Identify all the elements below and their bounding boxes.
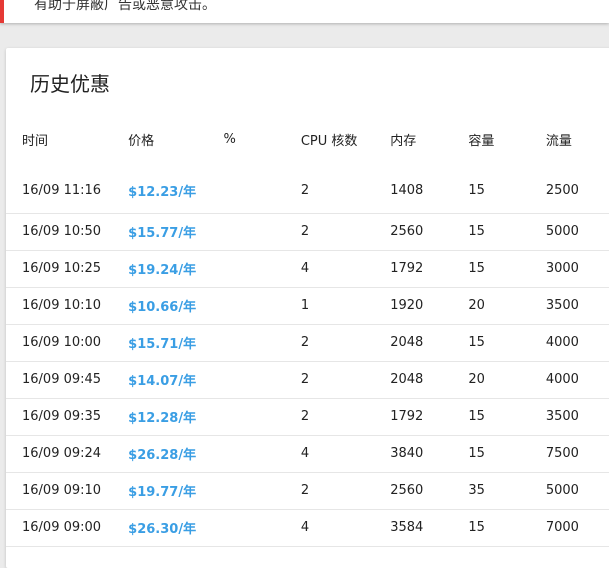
cell-time: 16/09 09:45 bbox=[6, 361, 129, 399]
cell-memory: 2560 bbox=[390, 472, 469, 510]
table-header-row: 时间 价格 % CPU 核数 内存 容量 流量 bbox=[6, 120, 609, 158]
cell-capacity: 15 bbox=[468, 250, 546, 288]
cell-percent bbox=[223, 472, 301, 510]
cell-traffic: 7000 bbox=[545, 509, 609, 547]
cell-memory: 1792 bbox=[390, 398, 469, 436]
cell-capacity: 15 bbox=[468, 398, 546, 436]
cell-capacity: 35 bbox=[468, 472, 546, 510]
column-header-capacity[interactable]: 容量 bbox=[468, 120, 545, 158]
cell-cpu: 1 bbox=[300, 287, 391, 325]
cell-cpu: 4 bbox=[300, 435, 391, 473]
cell-traffic: 4000 bbox=[545, 324, 609, 362]
cell-traffic: 3000 bbox=[545, 250, 609, 288]
history-table: 时间 价格 % CPU 核数 内存 容量 流量 16/09 11:16 $12.2… bbox=[6, 120, 609, 547]
cell-percent bbox=[223, 324, 301, 362]
table-row[interactable]: 16/09 10:10 $10.66/年 1 1920 20 3500 bbox=[6, 287, 609, 325]
cell-time: 16/09 09:35 bbox=[6, 398, 129, 436]
cell-price: $15.77/年 bbox=[128, 213, 224, 251]
cell-memory: 1408 bbox=[390, 158, 469, 214]
column-header-price[interactable]: 价格 bbox=[128, 120, 223, 158]
cell-percent bbox=[223, 158, 301, 214]
cell-memory: 3584 bbox=[390, 509, 469, 547]
cell-traffic: 3500 bbox=[545, 398, 609, 436]
column-header-time[interactable]: 时间 bbox=[6, 120, 128, 158]
cell-time: 16/09 10:10 bbox=[6, 287, 129, 325]
table-row[interactable]: 16/09 09:45 $14.07/年 2 2048 20 4000 bbox=[6, 361, 609, 399]
cell-time: 16/09 10:25 bbox=[6, 250, 129, 288]
cell-capacity: 20 bbox=[468, 361, 546, 399]
cell-price: $15.71/年 bbox=[128, 324, 224, 362]
cell-price: $26.30/年 bbox=[128, 509, 224, 547]
cell-memory: 2048 bbox=[390, 361, 469, 399]
cell-percent bbox=[223, 250, 301, 288]
cell-capacity: 15 bbox=[468, 509, 546, 547]
cell-traffic: 4000 bbox=[545, 361, 609, 399]
cell-memory: 2560 bbox=[390, 213, 469, 251]
cell-memory: 3840 bbox=[390, 435, 469, 473]
cell-price: $12.23/年 bbox=[128, 158, 224, 214]
column-header-cpu[interactable]: CPU 核数 bbox=[301, 120, 390, 158]
cell-cpu: 2 bbox=[300, 324, 391, 362]
cell-capacity: 15 bbox=[468, 213, 546, 251]
cell-time: 16/09 11:16 bbox=[6, 158, 129, 214]
cell-capacity: 20 bbox=[468, 287, 546, 325]
cell-time: 16/09 09:24 bbox=[6, 435, 129, 473]
alert-card: 有助于屏蔽广告或恶意攻击。 bbox=[0, 0, 609, 23]
cell-percent bbox=[223, 435, 301, 473]
table-row[interactable]: 16/09 10:00 $15.71/年 2 2048 15 4000 bbox=[6, 324, 609, 362]
cell-price: $10.66/年 bbox=[128, 287, 224, 325]
cell-capacity: 15 bbox=[468, 324, 546, 362]
cell-memory: 2048 bbox=[390, 324, 469, 362]
panel-title: 历史优惠 bbox=[30, 72, 110, 96]
cell-traffic: 3500 bbox=[545, 287, 609, 325]
cell-percent bbox=[223, 398, 301, 436]
table-row[interactable]: 16/09 09:24 $26.28/年 4 3840 15 7500 bbox=[6, 435, 609, 473]
history-deals-panel: 历史优惠 时间 价格 % CPU 核数 内存 容量 流量 16/09 11:16… bbox=[6, 48, 609, 568]
cell-percent bbox=[223, 287, 301, 325]
table-row[interactable]: 16/09 09:10 $19.77/年 2 2560 35 5000 bbox=[6, 472, 609, 510]
cell-time: 16/09 09:10 bbox=[6, 472, 129, 510]
cell-traffic: 2500 bbox=[545, 158, 609, 214]
cell-capacity: 15 bbox=[468, 435, 546, 473]
table-row[interactable]: 16/09 11:16 $12.23/年 2 1408 15 2500 bbox=[6, 158, 609, 214]
cell-time: 16/09 09:00 bbox=[6, 509, 129, 547]
table-row[interactable]: 16/09 09:35 $12.28/年 2 1792 15 3500 bbox=[6, 398, 609, 436]
column-header-memory[interactable]: 内存 bbox=[390, 120, 468, 158]
cell-percent bbox=[223, 509, 301, 547]
cell-memory: 1792 bbox=[390, 250, 469, 288]
cell-cpu: 2 bbox=[300, 472, 391, 510]
cell-price: $12.28/年 bbox=[128, 398, 224, 436]
cell-cpu: 2 bbox=[300, 361, 391, 399]
cell-time: 16/09 10:50 bbox=[6, 213, 129, 251]
cell-percent bbox=[223, 213, 301, 251]
cell-time: 16/09 10:00 bbox=[6, 324, 129, 362]
cell-price: $14.07/年 bbox=[128, 361, 224, 399]
cell-memory: 1920 bbox=[390, 287, 469, 325]
column-header-traffic[interactable]: 流量 bbox=[546, 120, 609, 158]
cell-traffic: 5000 bbox=[545, 472, 609, 510]
cell-traffic: 5000 bbox=[545, 213, 609, 251]
table-row[interactable]: 16/09 10:25 $19.24/年 4 1792 15 3000 bbox=[6, 250, 609, 288]
cell-price: $19.24/年 bbox=[128, 250, 224, 288]
cell-cpu: 2 bbox=[300, 398, 391, 436]
cell-cpu: 4 bbox=[300, 250, 391, 288]
cell-traffic: 7500 bbox=[545, 435, 609, 473]
cell-cpu: 2 bbox=[300, 213, 391, 251]
column-header-percent[interactable]: % bbox=[224, 120, 301, 158]
history-table-body: 16/09 11:16 $12.23/年 2 1408 15 2500 16/09 10:5… bbox=[6, 158, 609, 547]
cell-price: $26.28/年 bbox=[128, 435, 224, 473]
cell-percent bbox=[223, 361, 301, 399]
alert-text: 有助于屏蔽广告或恶意攻击。 bbox=[34, 0, 216, 13]
cell-price: $19.77/年 bbox=[128, 472, 224, 510]
table-row[interactable]: 16/09 09:00 $26.30/年 4 3584 15 7000 bbox=[6, 509, 609, 547]
cell-cpu: 2 bbox=[300, 158, 391, 214]
cell-cpu: 4 bbox=[300, 509, 391, 547]
cell-capacity: 15 bbox=[468, 158, 546, 214]
table-row[interactable]: 16/09 10:50 $15.77/年 2 2560 15 5000 bbox=[6, 213, 609, 251]
